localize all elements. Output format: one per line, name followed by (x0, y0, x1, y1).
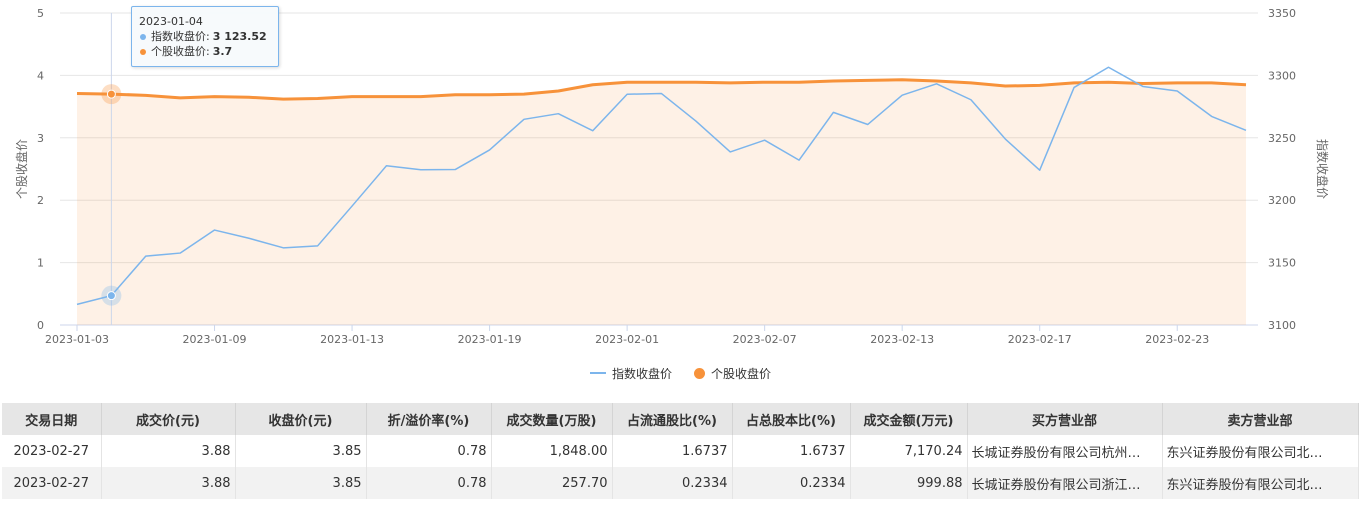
cell-volume: 1,848.00 (491, 435, 613, 467)
y-right-tick-label: 3200 (1268, 194, 1296, 207)
index-hover-point (106, 291, 116, 301)
y-right-tick-label: 3300 (1268, 69, 1296, 82)
circle-icon (694, 367, 705, 379)
x-tick-label: 2023-02-13 (870, 333, 934, 346)
x-tick-label: 2023-01-09 (183, 333, 247, 346)
chart-legend: 指数收盘价 个股收盘价 (0, 363, 1361, 383)
tooltip-stock-label: 个股收盘价: (151, 45, 210, 58)
x-tick-label: 2023-02-23 (1145, 333, 1209, 346)
y-left-tick-label: 3 (37, 132, 44, 145)
y-right-tick-label: 3100 (1268, 319, 1296, 332)
cell-seller[interactable]: 东兴证券股份有限公司北… (1162, 435, 1359, 467)
col-header[interactable]: 占总股本比(%) (732, 403, 851, 435)
cell-date: 2023-02-27 (2, 467, 102, 499)
col-header[interactable]: 成交价(元) (101, 403, 236, 435)
cell-volume: 257.70 (491, 467, 613, 499)
cell-amount: 7,170.24 (850, 435, 968, 467)
cell-price: 3.88 (101, 435, 236, 467)
x-tick-label: 2023-02-17 (1008, 333, 1072, 346)
stock-hover-point (106, 89, 116, 99)
cell-total-ratio: 1.6737 (732, 435, 851, 467)
cell-premium: 0.78 (366, 435, 492, 467)
y-right-tick-label: 3350 (1268, 7, 1296, 20)
col-header[interactable]: 卖方营业部 (1162, 403, 1359, 435)
col-header[interactable]: 成交金额(万元) (850, 403, 968, 435)
cell-float-ratio: 1.6737 (612, 435, 733, 467)
chart-tooltip: 2023-01-04 指数收盘价: 3 123.52 个股收盘价: 3.7 (131, 6, 279, 67)
tooltip-index-value: 3 123.52 (212, 30, 267, 43)
y-right-axis-title: 指数收盘价 (1315, 139, 1330, 199)
cell-close: 3.85 (235, 435, 367, 467)
legend-label-stock: 个股收盘价 (711, 366, 772, 381)
block-trade-table: 交易日期 成交价(元) 收盘价(元) 折/溢价率(%) 成交数量(万股) 占流通… (2, 403, 1359, 499)
y-left-tick-label: 2 (37, 194, 44, 207)
col-header[interactable]: 交易日期 (2, 403, 102, 435)
cell-buyer[interactable]: 长城证券股份有限公司杭州… (967, 435, 1163, 467)
col-header[interactable]: 折/溢价率(%) (366, 403, 492, 435)
table-header-row: 交易日期 成交价(元) 收盘价(元) 折/溢价率(%) 成交数量(万股) 占流通… (2, 403, 1359, 435)
tooltip-stock-value: 3.7 (212, 45, 233, 58)
table-row[interactable]: 2023-02-27 3.88 3.85 0.78 1,848.00 1.673… (2, 435, 1359, 467)
cell-date: 2023-02-27 (2, 435, 102, 467)
chart-area: 0 1 2 3 4 5 3100 3150 3200 3250 3300 3350 个股收盘价 指数收盘价… (0, 0, 1361, 400)
cell-total-ratio: 0.2334 (732, 467, 851, 499)
cell-float-ratio: 0.2334 (612, 467, 733, 499)
x-tick-label: 2023-01-03 (45, 333, 109, 346)
legend-item-stock[interactable]: 个股收盘价 (694, 363, 771, 383)
y-right-tick-label: 3250 (1268, 132, 1296, 145)
tooltip-index-label: 指数收盘价: (151, 30, 210, 43)
y-right-tick-label: 3150 (1268, 257, 1296, 270)
y-left-tick-label: 1 (37, 257, 44, 270)
line-icon (589, 372, 606, 374)
y-left-tick-label: 0 (37, 319, 44, 332)
legend-item-index[interactable]: 指数收盘价 (589, 363, 672, 383)
y-left-tick-label: 5 (37, 7, 44, 20)
tooltip-index-row: 指数收盘价: 3 123.52 (139, 29, 278, 44)
col-header[interactable]: 成交数量(万股) (491, 403, 613, 435)
cell-amount: 999.88 (850, 467, 968, 499)
stock-dot-icon (140, 48, 146, 55)
col-header[interactable]: 占流通股比(%) (612, 403, 733, 435)
x-tick-label: 2023-01-13 (320, 333, 384, 346)
stock-area (77, 79, 1246, 325)
cell-seller[interactable]: 东兴证券股份有限公司北… (1162, 467, 1359, 499)
col-header[interactable]: 买方营业部 (967, 403, 1163, 435)
index-dot-icon (140, 33, 146, 40)
x-tick-label: 2023-02-01 (595, 333, 659, 346)
col-header[interactable]: 收盘价(元) (235, 403, 367, 435)
y-left-tick-label: 4 (37, 69, 44, 82)
cell-premium: 0.78 (366, 467, 492, 499)
x-tick-label: 2023-01-19 (458, 333, 522, 346)
legend-label-index: 指数收盘价 (611, 366, 672, 381)
y-left-axis-title: 个股收盘价 (14, 139, 29, 199)
table-row[interactable]: 2023-02-27 3.88 3.85 0.78 257.70 0.2334 … (2, 467, 1359, 499)
x-tick-label: 2023-02-07 (733, 333, 797, 346)
cell-price: 3.88 (101, 467, 236, 499)
tooltip-stock-row: 个股收盘价: 3.7 (139, 44, 278, 59)
tooltip-date: 2023-01-04 (139, 15, 203, 28)
cell-buyer[interactable]: 长城证券股份有限公司浙江… (967, 467, 1163, 499)
cell-close: 3.85 (235, 467, 367, 499)
